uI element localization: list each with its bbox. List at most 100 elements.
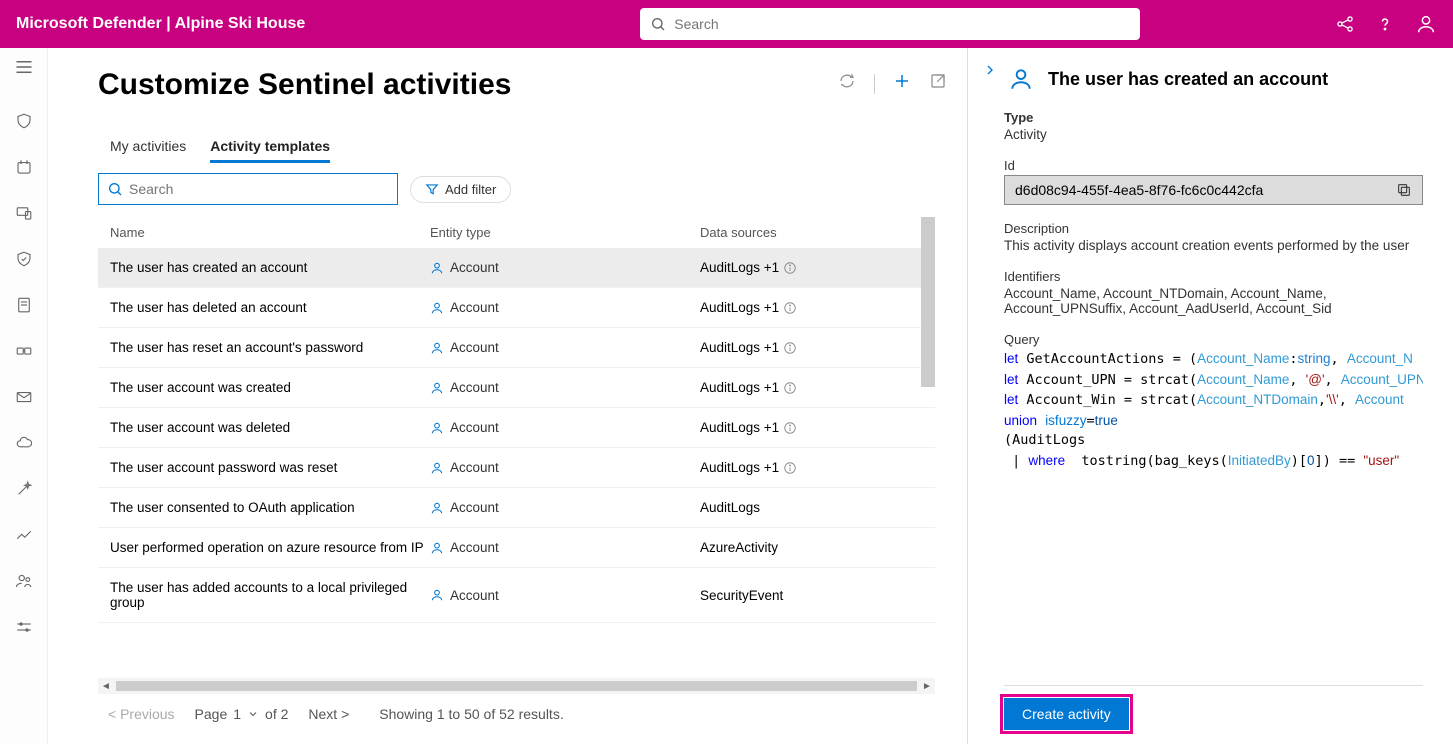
table-row[interactable]: The user account was createdAccountAudit… [98,368,935,408]
tab-activity-templates[interactable]: Activity templates [210,132,330,163]
row-data-sources: AuditLogs +1 [700,380,923,395]
cloud-icon[interactable] [15,434,33,452]
horizontal-scrollbar[interactable]: ◄ ► [98,678,935,694]
table-row[interactable]: The user consented to OAuth applicationA… [98,488,935,528]
row-entity: Account [430,420,700,435]
row-name: The user account was created [110,380,430,395]
shield-icon[interactable] [15,112,33,130]
wand-icon[interactable] [15,480,33,498]
collapse-panel-icon[interactable] [982,62,998,78]
info-icon [783,301,797,315]
page-of: of 2 [265,706,288,722]
copy-icon[interactable] [1396,182,1412,198]
col-entity[interactable]: Entity type [430,225,700,240]
mail-icon[interactable] [15,388,33,406]
row-data-sources: AuditLogs [700,500,923,515]
row-entity: Account [430,500,700,515]
share-icon[interactable] [1335,14,1355,34]
analytics-icon[interactable] [15,526,33,544]
account-icon [430,588,444,602]
info-icon [783,381,797,395]
row-name: The user account password was reset [110,460,430,475]
table-row[interactable]: The user has added accounts to a local p… [98,568,935,623]
account-icon [430,381,444,395]
scroll-thumb[interactable] [116,681,917,691]
filter-icon [425,182,439,196]
menu-icon[interactable] [15,60,33,74]
vertical-scrollbar[interactable] [921,217,935,387]
row-data-sources: AuditLogs +1 [700,420,923,435]
table-row[interactable]: The user account was deletedAccountAudit… [98,408,935,448]
add-button[interactable] [893,72,911,95]
identifiers-label: Identifiers [1004,269,1423,284]
secure-score-icon[interactable] [15,250,33,268]
account-icon[interactable] [1415,13,1437,35]
table-row[interactable]: The user has deleted an accountAccountAu… [98,288,935,328]
scroll-left-icon[interactable]: ◄ [98,681,114,692]
chevron-down-icon[interactable] [247,708,259,720]
help-icon[interactable] [1375,14,1395,34]
row-data-sources: AzureActivity [700,540,923,555]
prev-page[interactable]: < Previous [108,706,175,722]
info-icon [783,261,797,275]
global-search[interactable] [640,8,1140,40]
table-row[interactable]: User performed operation on azure resour… [98,528,935,568]
row-entity: Account [430,380,700,395]
search-icon [650,16,666,32]
col-name[interactable]: Name [110,225,430,240]
row-name: The user has deleted an account [110,300,430,315]
scroll-right-icon[interactable]: ► [919,681,935,692]
row-entity: Account [430,300,700,315]
info-icon [783,341,797,355]
showing-label: Showing 1 to 50 of 52 results. [379,706,563,722]
identity-icon[interactable] [15,572,33,590]
type-label: Type [1004,110,1423,125]
panel-title: The user has created an account [1048,69,1328,90]
popout-button[interactable] [929,72,947,95]
separator [874,74,875,94]
account-icon [430,341,444,355]
add-filter-button[interactable]: Add filter [410,176,511,203]
account-icon [430,301,444,315]
row-entity: Account [430,260,700,275]
table-row[interactable]: The user has reset an account's password… [98,328,935,368]
account-icon [430,421,444,435]
info-icon [783,421,797,435]
app-header: Microsoft Defender | Alpine Ski House [0,0,1453,48]
create-activity-button[interactable]: Create activity [1004,698,1129,730]
connectors-icon[interactable] [15,342,33,360]
row-name: The user account was deleted [110,420,430,435]
search-icon [107,181,123,197]
table-row[interactable]: The user has created an accountAccountAu… [98,248,935,288]
global-search-input[interactable] [674,16,1130,32]
refresh-button[interactable] [838,72,856,95]
row-data-sources: AuditLogs +1 [700,340,923,355]
row-entity: Account [430,540,700,555]
add-filter-label: Add filter [445,182,496,197]
description-label: Description [1004,221,1423,236]
account-icon [430,461,444,475]
pager: < Previous Page 1 of 2 Next > Showing 1 … [98,694,935,734]
table-search-input[interactable] [129,181,389,197]
page-label: Page [195,706,228,722]
table-row[interactable]: The user account password was resetAccou… [98,448,935,488]
id-box: d6d08c94-455f-4ea5-8f76-fc6c0c442cfa [1004,175,1423,205]
account-icon [430,261,444,275]
devices-icon[interactable] [15,204,33,222]
row-name: The user has added accounts to a local p… [110,580,430,610]
table-search[interactable] [98,173,398,205]
next-page[interactable]: Next > [308,706,349,722]
main-content: Customize Sentinel activities My activit… [48,48,968,744]
tab-my-activities[interactable]: My activities [110,132,186,163]
tabs: My activities Activity templates [110,132,935,163]
page-number[interactable]: 1 [233,706,241,722]
settings-icon[interactable] [15,618,33,636]
row-data-sources: AuditLogs +1 [700,460,923,475]
id-label: Id [1004,158,1423,173]
incidents-icon[interactable] [15,158,33,176]
nav-rail [0,48,48,744]
activities-table: Name Entity type Data sources The user h… [98,217,935,678]
reports-icon[interactable] [15,296,33,314]
description-value: This activity displays account creation … [1004,238,1423,253]
col-data-sources[interactable]: Data sources [700,225,923,240]
